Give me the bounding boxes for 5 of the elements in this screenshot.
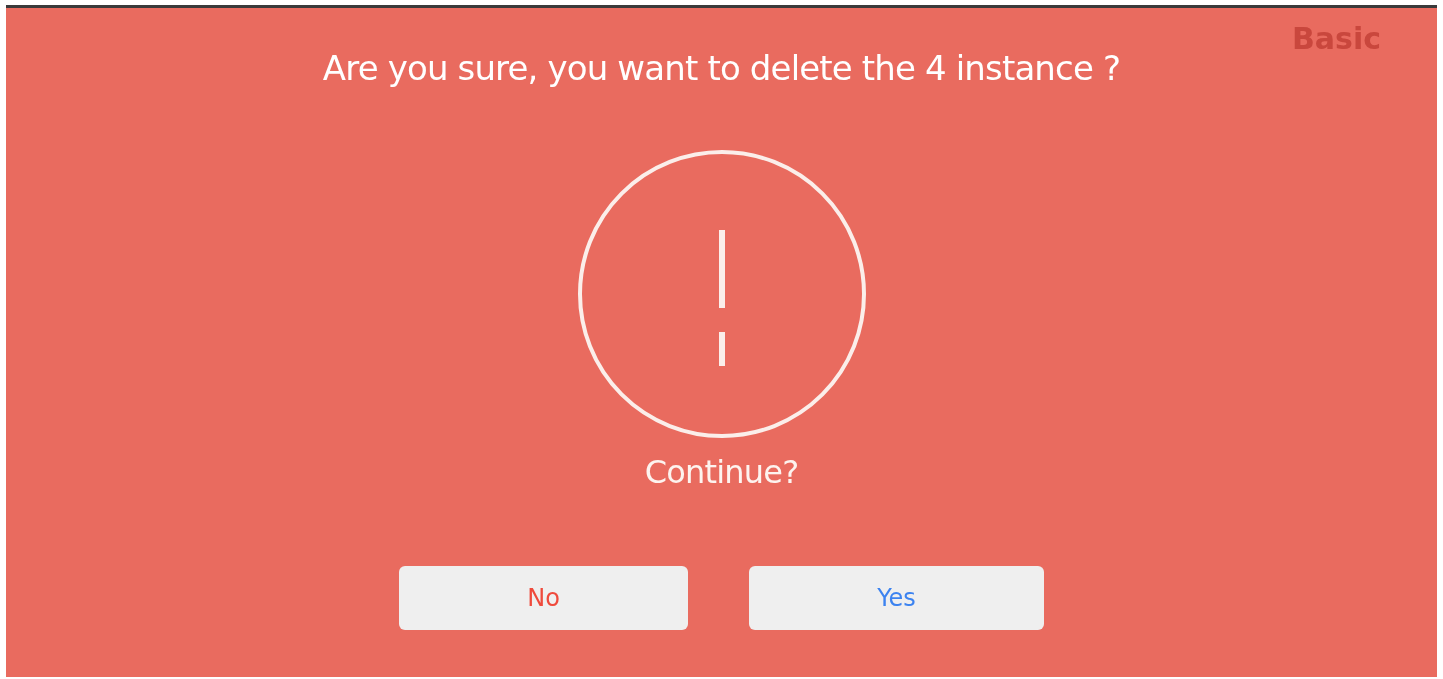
- dialog-title: Are you sure, you want to delete the 4 instance ?: [322, 47, 1121, 90]
- warning-icon: [575, 148, 868, 440]
- prompt-text: Continue?: [644, 452, 799, 492]
- yes-button[interactable]: Yes: [749, 566, 1044, 630]
- no-button[interactable]: No: [399, 566, 688, 630]
